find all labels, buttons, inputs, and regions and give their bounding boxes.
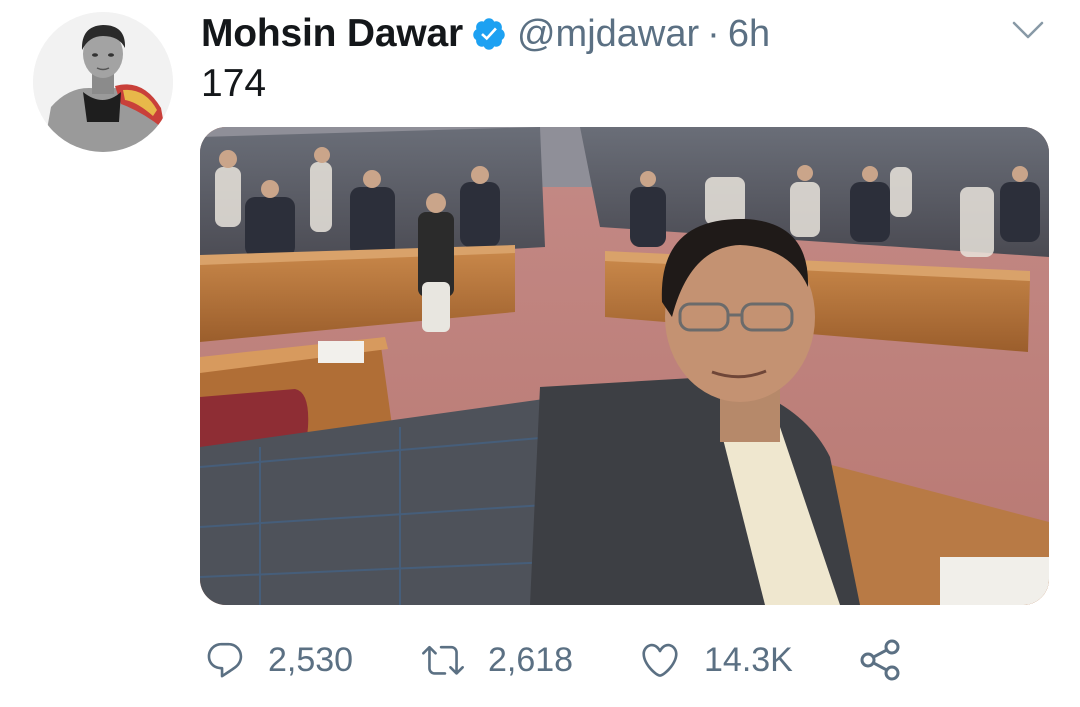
verified-badge-icon	[471, 16, 507, 52]
photo-image	[200, 127, 1049, 605]
tweet: Mohsin Dawar @mjdawar · 6h 174 2,530 2,6…	[0, 0, 1080, 707]
share-button[interactable]	[858, 632, 902, 688]
tweet-header: Mohsin Dawar @mjdawar · 6h	[201, 8, 770, 60]
retweet-icon	[420, 639, 466, 681]
more-options-chevron-down-icon[interactable]	[1010, 18, 1046, 42]
reply-count: 2,530	[268, 640, 354, 679]
retweet-count: 2,618	[488, 640, 574, 679]
retweet-button[interactable]: 2,618	[420, 632, 573, 688]
reply-button[interactable]: 2,530	[204, 632, 353, 688]
tweet-text: 174	[201, 62, 267, 105]
share-icon	[858, 638, 902, 682]
like-count: 14.3K	[704, 640, 793, 679]
display-name[interactable]: Mohsin Dawar	[201, 12, 463, 56]
user-handle[interactable]: @mjdawar	[517, 13, 699, 56]
separator-dot: ·	[707, 12, 720, 55]
tweet-photo[interactable]	[200, 127, 1049, 605]
reply-icon	[204, 639, 246, 681]
heart-icon	[638, 639, 682, 681]
timestamp[interactable]: 6h	[728, 13, 770, 56]
avatar-image	[33, 12, 173, 152]
tweet-actions: 2,530 2,618 14.3K	[200, 632, 920, 688]
avatar[interactable]	[33, 12, 173, 152]
like-button[interactable]: 14.3K	[638, 632, 793, 688]
